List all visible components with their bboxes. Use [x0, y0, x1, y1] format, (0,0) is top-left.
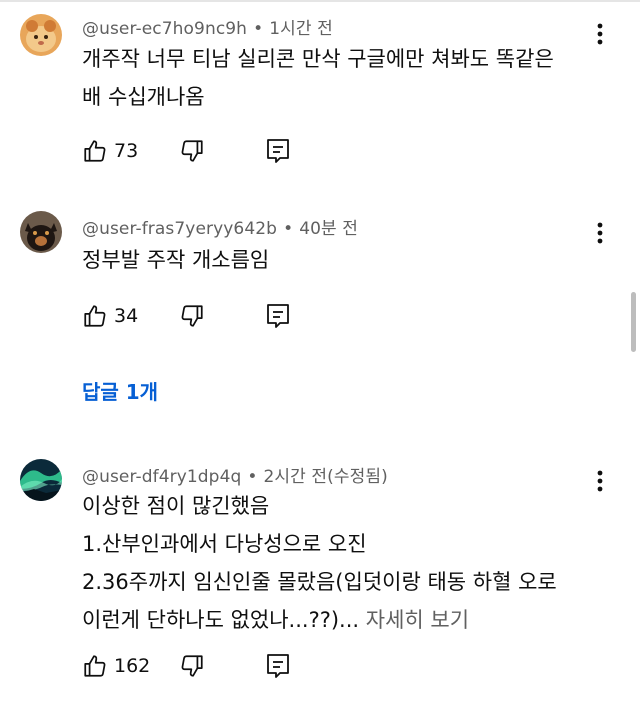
- dog-avatar-icon[interactable]: [20, 211, 62, 253]
- comment-actions: 162: [82, 651, 382, 681]
- more-options-icon[interactable]: [588, 20, 612, 48]
- comment-text: 정부발 주작 개소름임: [82, 241, 602, 279]
- comment-text: 개주작 너무 티남 실리콘 만삭 구글에만 쳐봐도 똑같은 배 수십개나옴: [82, 40, 602, 116]
- read-more-link[interactable]: 자세히 보기: [366, 608, 469, 632]
- thumbs-down-icon: [181, 655, 203, 677]
- more-options-icon[interactable]: [588, 467, 612, 495]
- dislike-button[interactable]: [179, 301, 205, 331]
- comment-actions: 73: [82, 136, 382, 166]
- like-count: 73: [114, 140, 139, 162]
- reply-comment-icon: [267, 654, 289, 678]
- meta-separator: •: [253, 19, 264, 39]
- dislike-button[interactable]: [179, 651, 205, 681]
- more-options-icon[interactable]: [588, 219, 612, 247]
- comment-time[interactable]: 40분 전: [299, 219, 358, 239]
- comment-meta: @user-fras7yeryy642b • 40분 전: [82, 214, 358, 239]
- comment-author[interactable]: @user-fras7yeryy642b: [82, 219, 277, 239]
- thumbs-down-icon: [181, 140, 203, 162]
- thumbs-down-icon: [181, 305, 203, 327]
- hamster-avatar-icon[interactable]: [20, 14, 62, 56]
- comment-actions: 34: [82, 301, 382, 331]
- comment-author[interactable]: @user-df4ry1dp4q: [82, 467, 241, 487]
- like-button[interactable]: 34: [82, 301, 138, 331]
- like-count: 162: [114, 655, 151, 677]
- reply-button[interactable]: [266, 651, 290, 681]
- reply-button[interactable]: [266, 136, 290, 166]
- thumbs-up-icon: [84, 305, 106, 327]
- reply-comment-icon: [267, 304, 289, 328]
- like-button[interactable]: 73: [82, 136, 138, 166]
- comment-meta: @user-ec7ho9nc9h • 1시간 전: [82, 14, 333, 39]
- meta-separator: •: [247, 467, 258, 487]
- comment-author[interactable]: @user-ec7ho9nc9h: [82, 19, 247, 39]
- meta-separator: •: [283, 219, 294, 239]
- comment-meta: @user-df4ry1dp4q • 2시간 전(수정됨): [82, 462, 388, 487]
- dislike-button[interactable]: [179, 136, 205, 166]
- scrollbar-thumb[interactable]: [631, 292, 636, 352]
- comment-text-content: 개주작 너무 티남 실리콘 만삭 구글에만 쳐봐도 똑같은 배 수십개나옴: [82, 47, 554, 109]
- comment-time[interactable]: 2시간 전(수정됨): [264, 467, 388, 487]
- like-count: 34: [114, 305, 139, 327]
- thumbs-up-icon: [84, 655, 106, 677]
- comment-text-content: 정부발 주작 개소름임: [82, 248, 270, 272]
- thumbs-up-icon: [84, 140, 106, 162]
- view-replies-button[interactable]: 답글 1개: [82, 376, 158, 405]
- like-button[interactable]: 162: [82, 651, 150, 681]
- top-divider: [0, 0, 640, 2]
- comment-text-content: 이상한 점이 많긴했음 1.산부인과에서 다낭성으로 오진 2.36주까지 임신…: [82, 494, 557, 632]
- aurora-avatar-icon[interactable]: [20, 459, 62, 501]
- reply-button[interactable]: [266, 301, 290, 331]
- comment-time[interactable]: 1시간 전: [269, 19, 333, 39]
- reply-comment-icon: [267, 139, 289, 163]
- comment-text: 이상한 점이 많긴했음 1.산부인과에서 다낭성으로 오진 2.36주까지 임신…: [82, 487, 602, 639]
